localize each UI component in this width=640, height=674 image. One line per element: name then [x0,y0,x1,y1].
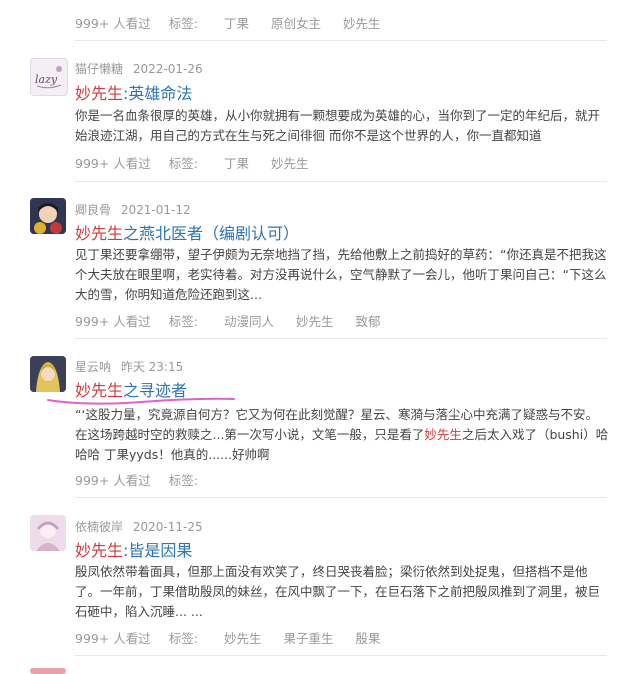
divider [75,655,607,656]
divider [75,338,607,339]
title-text[interactable]: :皆是因果 [123,541,192,560]
tag-link[interactable]: 妙先生 [271,153,309,172]
tag-link[interactable]: 殷果 [356,628,381,647]
post-date: 昨天 23:15 [120,360,184,374]
post-date: 2021-01-12 [120,203,191,217]
tag-link[interactable]: 致郁 [356,311,381,330]
view-count: 999+ 人看过 [75,16,151,31]
tag-link[interactable]: 丁果 [224,153,249,172]
tag-link[interactable]: 妙先生 [224,628,262,647]
result-excerpt: 殷凤依然带着面具，但那上面没有欢笑了，终日哭丧着脸；梁衍依然到处捉鬼，但搭档不是… [75,564,601,619]
next-avatar-icon[interactable] [30,668,66,674]
tag-link[interactable]: 丁果 [224,13,249,32]
result-meta: 依楠彼岸 2020-11-25 [75,518,203,535]
view-count: 999+ 人看过 [75,473,151,488]
divider [75,40,607,41]
avatar-text: lazy [35,73,58,86]
tag-link[interactable]: 动漫同人 [224,311,274,330]
result-stats: 999+ 人看过 标签: 动漫同人 妙先生 致郁 [75,311,399,330]
author-name[interactable]: 依楠彼岸 [75,520,123,534]
result-title[interactable]: 妙先生:英雄命法 [75,80,192,104]
title-text[interactable]: 之燕北医者（编剧认可） [123,224,299,243]
title-text[interactable]: :英雄命法 [123,84,192,103]
title-keyword[interactable]: 妙先生 [75,541,123,560]
lazy-cat-icon[interactable]: lazy [30,58,68,96]
result-title[interactable]: 妙先生之燕北医者（编剧认可） [75,220,299,244]
tags-label: 标签: [168,473,199,488]
view-count: 999+ 人看过 [75,631,151,646]
author-name[interactable]: 星云呐 [75,360,111,374]
tag-link[interactable]: 妙先生 [296,311,334,330]
tags-label: 标签: [168,16,199,31]
author-name[interactable]: 猫仔懒糖 [75,62,123,76]
result-meta: 星云呐 昨天 23:15 [75,358,183,375]
excerpt-keyword: 妙先生 [424,427,462,442]
post-date: 2020-11-25 [132,520,203,534]
result-stats: 999+ 人看过 标签: 丁果 妙先生 [75,153,327,172]
result-stats: 999+ 人看过 标签: 丁果 原创女主 妙先生 [75,13,399,32]
title-keyword[interactable]: 妙先生 [75,224,123,243]
tags-label: 标签: [168,631,199,646]
tag-link[interactable]: 果子重生 [284,628,334,647]
tag-link[interactable]: 妙先生 [343,13,381,32]
divider [75,181,607,182]
result-excerpt: “‘这股力量，究竟源自何方？它又为何在此刻觉醒？星云、寒漪与落尘心中充满了疑惑与… [75,405,610,465]
result-excerpt: 你是一名血条很厚的英雄，从小你就拥有一颗想要成为英雄的心，当你到了一定的年纪后，… [75,108,601,143]
post-date: 2022-01-26 [132,62,203,76]
tags-label: 标签: [168,156,199,171]
tags-label: 标签: [168,314,199,329]
result-meta: 卿良骨 2021-01-12 [75,201,191,218]
tag-link[interactable]: 原创女主 [271,13,321,32]
view-count: 999+ 人看过 [75,156,151,171]
result-stats: 999+ 人看过 标签: [75,470,220,489]
view-count: 999+ 人看过 [75,314,151,329]
result-meta: 猫仔懒糖 2022-01-26 [75,60,203,77]
search-results-feed: 999+ 人看过 标签: 丁果 原创女主 妙先生 lazy 猫仔懒糖 2022-… [0,0,640,674]
result-excerpt: 见丁果还要拿绷带，望子伊颇为无奈地挡了挡，先给他敷上之前捣好的草药：“你还真是不… [75,247,607,302]
title-keyword[interactable]: 妙先生 [75,84,123,103]
blonde-character-icon[interactable] [30,356,66,392]
result-title[interactable]: 妙先生:皆是因果 [75,537,192,561]
divider [75,497,607,498]
result-stats: 999+ 人看过 标签: 妙先生 果子重生 殷果 [75,628,399,647]
author-name[interactable]: 卿良骨 [75,203,111,217]
anime-character-icon[interactable] [30,198,66,234]
pink-portrait-icon[interactable] [30,515,66,551]
